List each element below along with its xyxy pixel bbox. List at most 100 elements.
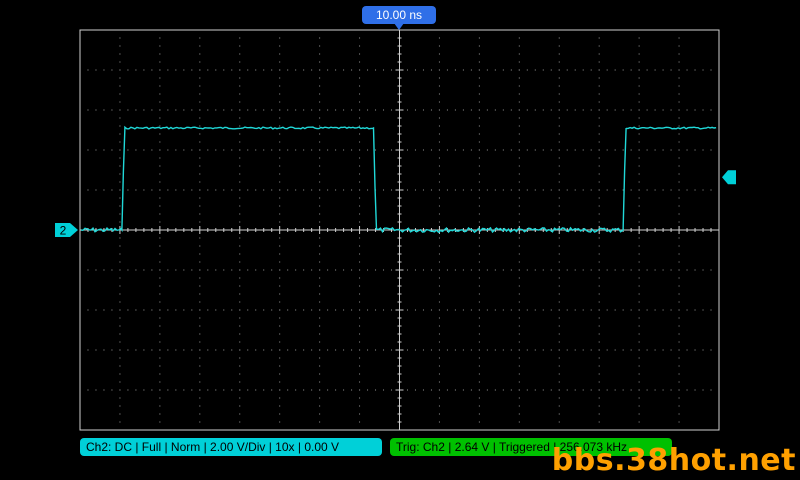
grid-dot [239, 293, 241, 295]
grid-dot [638, 245, 640, 247]
grid-dot [287, 149, 289, 151]
grid-dot [598, 245, 600, 247]
grid-dot [438, 149, 440, 151]
grid-dot [438, 421, 440, 423]
grid-dot [119, 109, 121, 111]
grid-dot [430, 349, 432, 351]
grid-dot [199, 109, 201, 111]
grid-dot [159, 93, 161, 95]
grid-dot [670, 309, 672, 311]
grid-dot [359, 45, 361, 47]
grid-dot [478, 245, 480, 247]
grid-dot [478, 349, 480, 351]
grid-dot [159, 117, 161, 119]
grid-dot [598, 213, 600, 215]
grid-dot [558, 141, 560, 143]
grid-dot [159, 165, 161, 167]
grid-dot [702, 389, 704, 391]
grid-dot [359, 205, 361, 207]
grid-dot [598, 125, 600, 127]
grid-dot [638, 189, 640, 191]
grid-dot [470, 149, 472, 151]
grid-dot [199, 277, 201, 279]
grid-dot [638, 413, 640, 415]
trigger-level-marker[interactable] [722, 170, 736, 185]
grid-dot [446, 269, 448, 271]
grid-dot [478, 117, 480, 119]
grid-dot [303, 389, 305, 391]
grid-dot [351, 189, 353, 191]
grid-dot [678, 277, 680, 279]
grid-dot [414, 149, 416, 151]
grid-dot [279, 245, 281, 247]
grid-dot [558, 261, 560, 263]
grid-dot [151, 109, 153, 111]
grid-dot [438, 221, 440, 223]
grid-dot [638, 341, 640, 343]
grid-dot [558, 349, 560, 351]
grid-dot [335, 109, 337, 111]
grid-dot [606, 109, 608, 111]
grid-dot [127, 189, 129, 191]
trigger-position-marker[interactable] [394, 23, 404, 30]
grid-dot [502, 69, 504, 71]
grid-dot [526, 269, 528, 271]
grid-dot [111, 109, 113, 111]
grid-dot [638, 181, 640, 183]
grid-dot [438, 109, 440, 111]
ch2-ground-marker[interactable]: 2 [55, 223, 78, 238]
grid-dot [558, 77, 560, 79]
grid-dot [119, 173, 121, 175]
grid-dot [239, 133, 241, 135]
grid-dot [359, 173, 361, 175]
grid-dot [119, 357, 121, 359]
grid-dot [598, 93, 600, 95]
grid-dot [143, 269, 145, 271]
grid-dot [279, 117, 281, 119]
grid-dot [478, 109, 480, 111]
grid-dot [375, 389, 377, 391]
grid-dot [662, 309, 664, 311]
ch2-waveform-trace [80, 125, 717, 234]
grid-dot [151, 309, 153, 311]
grid-dot [638, 37, 640, 39]
grid-dot [127, 349, 129, 351]
grid-dot [159, 181, 161, 183]
grid-dot [534, 109, 536, 111]
timebase-badge[interactable]: 10.00 ns [362, 6, 436, 24]
grid-dot [598, 397, 600, 399]
grid-dot [279, 141, 281, 143]
grid-dot [239, 53, 241, 55]
grid-dot [359, 77, 361, 79]
grid-dot [303, 269, 305, 271]
grid-dot [534, 149, 536, 151]
grid-dot [159, 309, 161, 311]
grid-dot [678, 141, 680, 143]
grid-dot [550, 349, 552, 351]
grid-dot [119, 309, 121, 311]
grid-dot [175, 269, 177, 271]
grid-dot [167, 309, 169, 311]
grid-dot [518, 357, 520, 359]
grid-dot [319, 309, 321, 311]
grid-dot [678, 181, 680, 183]
grid-dot [127, 389, 129, 391]
grid-dot [638, 45, 640, 47]
grid-dot [454, 69, 456, 71]
grid-dot [279, 165, 281, 167]
grid-dot [582, 349, 584, 351]
grid-dot [159, 245, 161, 247]
grid-dot [319, 317, 321, 319]
grid-dot [686, 349, 688, 351]
grid-dot [526, 309, 528, 311]
grid-dot [319, 349, 321, 351]
grid-dot [279, 181, 281, 183]
ch2-status-badge[interactable]: Ch2: DC | Full | Norm | 2.00 V/Div | 10x… [80, 438, 382, 456]
grid-dot [135, 349, 137, 351]
grid-dot [359, 53, 361, 55]
grid-dot [414, 349, 416, 351]
grid-dot [518, 405, 520, 407]
grid-dot [279, 197, 281, 199]
grid-dot [638, 277, 640, 279]
grid-dot [566, 389, 568, 391]
